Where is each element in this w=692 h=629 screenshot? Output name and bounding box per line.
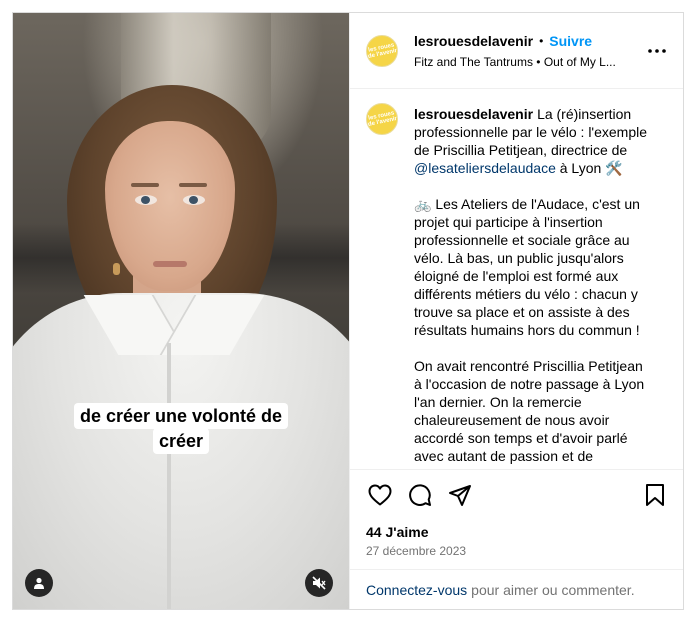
mute-button[interactable] bbox=[305, 569, 333, 597]
save-button[interactable] bbox=[639, 479, 671, 511]
person-brow bbox=[131, 183, 159, 187]
video-player[interactable]: de créer une volonté de créer bbox=[13, 13, 349, 609]
comments-section[interactable]: les roues de l'avenir lesrouesdelavenir L… bbox=[350, 89, 683, 469]
follow-button[interactable]: Suivre bbox=[549, 32, 592, 50]
post-header: les roues de l'avenir lesrouesdelavenir … bbox=[350, 13, 683, 89]
comment-icon bbox=[409, 483, 431, 506]
tagged-users-button[interactable] bbox=[25, 569, 53, 597]
likes-count[interactable]: 44 J'aime bbox=[350, 519, 683, 541]
person-brow bbox=[179, 183, 207, 187]
caption-paragraph: On avait rencontré Priscillia Petitjean … bbox=[414, 358, 645, 464]
avatar[interactable]: les roues de l'avenir bbox=[366, 34, 398, 67]
caption-paragraph: lesrouesdelavenir La (ré)insertion profes… bbox=[414, 105, 652, 177]
user-icon bbox=[34, 577, 44, 589]
post-caption: les roues de l'avenir lesrouesdelavenir L… bbox=[366, 103, 667, 465]
header-text: lesrouesdelavenir • Suivre Fitz and The … bbox=[414, 32, 637, 70]
heart-icon bbox=[368, 484, 392, 505]
subtitle-line: créer bbox=[152, 428, 210, 454]
share-icon bbox=[449, 484, 471, 506]
more-horizontal-icon bbox=[648, 48, 666, 53]
shirt-placket bbox=[167, 343, 171, 609]
caption-intro-end: à Lyon 🛠️ bbox=[555, 160, 623, 176]
username-link[interactable]: lesrouesdelavenir bbox=[414, 32, 533, 50]
avatar-logo-text: les roues de l'avenir bbox=[367, 41, 398, 60]
subtitle-line: de créer une volonté de bbox=[73, 403, 289, 429]
login-link[interactable]: Connectez-vous bbox=[366, 582, 467, 598]
mention-link[interactable]: @lesateliersdelaudace bbox=[414, 160, 556, 176]
action-bar bbox=[350, 469, 683, 519]
login-prompt: Connectez-vous pour aimer ou commenter. bbox=[350, 569, 683, 609]
caption-paragraph: 🚲 Les Ateliers de l'Audace, c'est un pro… bbox=[414, 196, 640, 338]
caption-text: lesrouesdelavenir La (ré)insertion profes… bbox=[414, 105, 652, 465]
caption-username-link[interactable]: lesrouesdelavenir bbox=[414, 106, 533, 122]
person-eye bbox=[183, 195, 205, 205]
more-options-button[interactable] bbox=[645, 39, 669, 63]
login-text: pour aimer ou commenter. bbox=[471, 581, 635, 598]
person-eye bbox=[135, 195, 157, 205]
like-button[interactable] bbox=[364, 479, 396, 511]
header-row: lesrouesdelavenir • Suivre bbox=[414, 32, 637, 50]
bookmark-icon bbox=[646, 483, 664, 506]
share-button[interactable] bbox=[444, 479, 476, 511]
audio-link[interactable]: Fitz and The Tantrums • Out of My L... bbox=[414, 54, 637, 70]
post-sidebar: les roues de l'avenir lesrouesdelavenir … bbox=[349, 13, 683, 609]
separator-dot: • bbox=[539, 33, 544, 48]
post-date[interactable]: 27 décembre 2023 bbox=[350, 541, 683, 569]
instagram-post: de créer une volonté de créer les roues … bbox=[12, 12, 684, 610]
person-mouth bbox=[153, 261, 187, 267]
comment-button[interactable] bbox=[404, 479, 436, 511]
avatar-logo-text: les roues de l'avenir bbox=[367, 110, 398, 128]
video-subtitle: de créer une volonté de créer bbox=[13, 403, 349, 454]
speaker-muted-icon bbox=[312, 576, 326, 590]
person-earring bbox=[113, 263, 120, 275]
avatar[interactable]: les roues de l'avenir bbox=[366, 103, 398, 135]
